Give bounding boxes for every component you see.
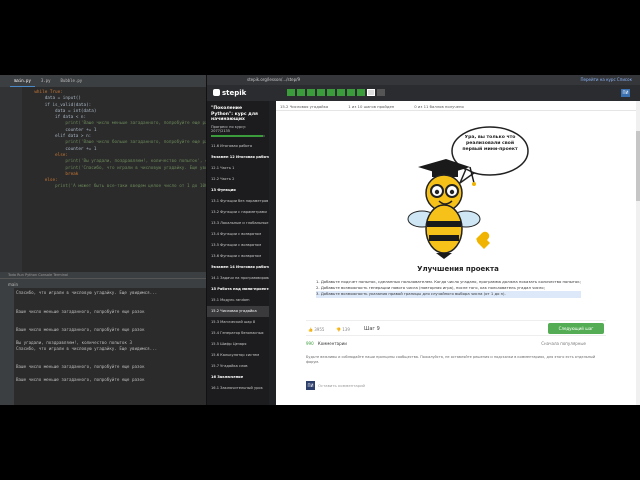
sidebar-lesson-item[interactable]: Экзамен 12 Итоговая работа (207, 152, 269, 163)
sidebar-lesson-item[interactable]: 15 Работа над мини-проектами (207, 284, 269, 295)
points-progress: 0 из 11 баллов получено (414, 104, 464, 109)
sidebar-lesson-item[interactable]: 13.3 Локальные и глобальные (207, 218, 269, 229)
comment-input[interactable]: Оставить комментарий (318, 383, 365, 388)
sidebar-lesson-item[interactable]: 14.1 Задачи на программирование (207, 273, 269, 284)
editor-tab[interactable]: Bubble.py (57, 75, 87, 87)
line-gutter (0, 87, 22, 272)
screen: main.py 3.py Bubble.py while True: data = … (0, 75, 640, 405)
editor-tab[interactable]: 3.py (37, 75, 55, 87)
next-step-button[interactable]: Следующий шаг (548, 323, 604, 334)
address-bar[interactable]: stepik.org/lesson/.../step/9 Перейти на … (207, 75, 640, 85)
code-line: print('Вы угадали, поздравляем!, количес… (24, 159, 207, 165)
step-tab[interactable] (367, 89, 375, 96)
sidebar-lesson-item[interactable]: 15.1 Модуль random (207, 295, 269, 306)
sidebar-lesson-item[interactable]: 15.4 Генератор безопасных (207, 328, 269, 339)
sidebar-lesson-item[interactable]: 15.3 Магический шар 8 (207, 317, 269, 328)
comments-guidelines: Будьте вежливы и соблюдайте наши принцип… (306, 355, 596, 364)
step-tab[interactable] (357, 89, 365, 96)
sidebar-lesson-item[interactable]: 13.6 Функции с возвратом (207, 251, 269, 262)
scrollbar-thumb[interactable] (636, 131, 640, 201)
dislike-button[interactable]: 👎 139 (336, 327, 350, 332)
step-actions: 👍 3955 👎 139 Шаг 9 Следующий шаг (306, 320, 606, 336)
sidebar-lesson-item[interactable]: 12.1 Часть 1 (207, 163, 269, 174)
logo-text: stepik (222, 89, 247, 97)
comments-count[interactable]: 990 (306, 341, 314, 346)
sidebar-lesson-item[interactable]: 15.2 Числовая угадайка (207, 305, 269, 317)
speech-bubble-text: Ура, вы только что реализовали свой перв… (462, 135, 518, 152)
logo-icon (213, 89, 220, 96)
url-text[interactable]: stepik.org/lesson/.../step/9 (247, 77, 300, 82)
course-progress-bar (211, 134, 265, 137)
dislike-count: 139 (342, 327, 350, 332)
lesson-list: 11.6 Итоговая работа Экзамен 12 Итоговая … (207, 141, 269, 394)
code-line: print('Ваше число больше загаданного, по… (24, 140, 207, 146)
console-title: main (8, 282, 18, 287)
step-navigator (287, 89, 385, 96)
step-tab[interactable] (327, 89, 335, 96)
ide-tabs: main.py 3.py Bubble.py (0, 75, 206, 87)
sidebar-lesson-item[interactable]: 15.5 Шифр Цезаря (207, 339, 269, 350)
code-line: print('Ваше число меньше загаданного, по… (24, 121, 207, 127)
code-editor[interactable]: while True: data = input() if is_valid(d… (24, 87, 206, 272)
stepik-header: stepik ПИ (207, 85, 640, 101)
step-tab[interactable] (347, 89, 355, 96)
task-item: 3. Добавьте возможность указания правой … (316, 291, 581, 298)
sidebar-lesson-item[interactable]: 11.6 Итоговая работа (207, 141, 269, 152)
comment-composer: ПИ Оставить комментарий (306, 380, 606, 392)
step-tab[interactable] (377, 89, 385, 96)
console-line: Ваше число меньше загаданного, попробуйт… (16, 376, 145, 382)
course-progress-fill (211, 134, 264, 137)
user-avatar[interactable]: ПИ (621, 89, 630, 97)
like-count: 3955 (314, 327, 325, 332)
sidebar-lesson-item[interactable]: 13.5 Функции с возвратом (207, 240, 269, 251)
step-tab[interactable] (317, 89, 325, 96)
sidebar-lesson-item[interactable]: 16 Заключение (207, 372, 269, 383)
stepik-logo[interactable]: stepik (213, 89, 246, 97)
course-title[interactable]: "Поколение Python": курс для начинающих (207, 101, 269, 125)
browser-window: stepik.org/lesson/.../step/9 Перейти на … (207, 75, 640, 405)
commenter-avatar: ПИ (306, 381, 315, 390)
sidebar-lesson-item[interactable]: 15.7 Угадайка слов (207, 361, 269, 372)
step-tab[interactable] (297, 89, 305, 96)
bookmarks[interactable]: Перейти на курс Список (581, 77, 632, 82)
console-toolbar[interactable] (0, 288, 14, 405)
lesson-ref[interactable]: 15.2 Числовая угадайка (280, 104, 328, 109)
bee-illustration: Ура, вы только что реализовали свой перв… (407, 126, 529, 259)
code-line: print('Спасибо, что играли в числовую уг… (65, 165, 207, 171)
lesson-title: Улучшения проекта (417, 265, 499, 273)
step-content: 15.2 Числовая угадайка 1 из 10 шагов про… (276, 101, 640, 405)
page-scrollbar[interactable] (636, 101, 640, 405)
course-sidebar: "Поколение Python": курс для начинающих … (207, 101, 269, 405)
task-list: 1. Добавьте подсчет попыток, сделанных п… (316, 279, 581, 298)
step-tab[interactable] (307, 89, 315, 96)
run-console: Спасибо, что играли в числовую угадайку.… (16, 288, 206, 405)
sidebar-lesson-item[interactable]: 13 Функции (207, 185, 269, 196)
sidebar-lesson-item[interactable]: 13.1 Функции без параметров (207, 196, 269, 207)
lesson-header: 15.2 Числовая угадайка 1 из 10 шагов про… (276, 101, 640, 111)
steps-progress: 1 из 10 шагов пройден (348, 104, 395, 109)
course-progress-text: Прогресс по курсу: 2077/2135 (211, 124, 247, 133)
sidebar-lesson-item[interactable]: 13.4 Функции с возвратом (207, 229, 269, 240)
step-tab[interactable] (287, 89, 295, 96)
sidebar-lesson-item[interactable]: Экзамен 14 Итоговая работа (207, 262, 269, 273)
like-button[interactable]: 👍 3955 (308, 327, 324, 332)
sidebar-lesson-item[interactable]: 13.2 Функции с параметрами (207, 207, 269, 218)
code-line: print('А может быть все-таки введем цело… (24, 184, 207, 190)
sidebar-lesson-item[interactable]: 15.6 Калькулятор систем (207, 350, 269, 361)
editor-tab[interactable]: main.py (10, 75, 35, 87)
ide-window: main.py 3.py Bubble.py while True: data = … (0, 75, 207, 405)
console-header: main (0, 278, 206, 288)
step-tab[interactable] (337, 89, 345, 96)
sidebar-lesson-item[interactable]: 12.2 Часть 2 (207, 174, 269, 185)
sort-dropdown[interactable]: Сначала популярные (541, 341, 586, 346)
comments-tab[interactable]: Комментарии (318, 341, 347, 346)
sidebar-lesson-item[interactable]: 16.1 Заключительный урок (207, 383, 269, 394)
comments-header: 990 Комментарии Сначала популярные (306, 341, 606, 346)
step-number: Шаг 9 (364, 326, 380, 332)
